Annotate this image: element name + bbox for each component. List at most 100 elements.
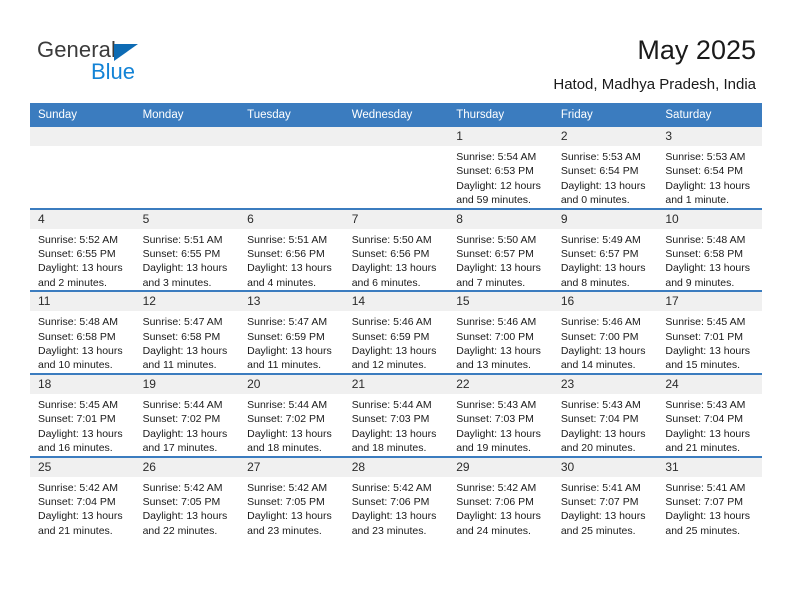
calendar-day-cell[interactable]: 23 Sunrise: 5:43 AM Sunset: 7:04 PM Dayligh… [552,372,658,457]
calendar-day-cell[interactable]: 28 Sunrise: 5:42 AM Sunset: 7:06 PM Dayligh… [343,455,449,539]
calendar-day-cell[interactable]: 1 Sunrise: 5:54 AM Sunset: 6:53 PM Daylight… [448,127,553,209]
daylight-duration-line1: Daylight: 13 hours [351,345,437,358]
day-number: 30 [552,458,658,477]
day-number: 12 [134,293,240,312]
sunrise-time: Sunrise: 5:53 AM [560,151,641,163]
calendar-day-cell[interactable]: 29 Sunrise: 5:42 AM Sunset: 7:06 PM Dayligh… [448,455,553,539]
calendar-week-row: 11 Sunrise: 5:48 AM Sunset: 6:58 PM Dayligh… [30,290,762,374]
calendar-day-cell[interactable]: 30 Sunrise: 5:41 AM Sunset: 7:07 PM Dayligh… [552,455,658,539]
day-number: 28 [343,458,449,477]
weekday-header-sunday: Sunday [30,103,135,127]
calendar-cell-empty [134,127,240,209]
day-details: Sunrise: 5:48 AM Sunset: 6:58 PM Daylight:… [657,229,762,291]
weekday-header-wednesday: Wednesday [343,103,449,127]
sunset-time: Sunset: 6:54 PM [665,165,744,178]
sunrise-time: Sunrise: 5:50 AM [456,233,537,246]
day-details: Sunrise: 5:44 AM Sunset: 7:02 PM Daylight:… [239,394,344,456]
day-details: Sunrise: 5:42 AM Sunset: 7:05 PM Daylight:… [239,477,344,539]
calendar-day-cell[interactable]: 14 Sunrise: 5:46 AM Sunset: 6:59 PM Dayligh… [343,290,449,374]
calendar-week-row: 25 Sunrise: 5:42 AM Sunset: 7:04 PM Dayligh… [30,455,762,539]
day-number: 7 [343,210,449,229]
day-number: 25 [30,458,135,477]
calendar-day-cell[interactable]: 5 Sunrise: 5:51 AM Sunset: 6:55 PM Daylight… [134,207,240,292]
calendar-day-cell[interactable]: 20 Sunrise: 5:44 AM Sunset: 7:02 PM Dayligh… [239,372,344,457]
sunrise-time: Sunrise: 5:43 AM [560,398,641,411]
sunset-time: Sunset: 7:03 PM [351,413,430,426]
calendar-day-cell[interactable]: 3 Sunrise: 5:53 AM Sunset: 6:54 PM Daylight… [657,127,762,209]
calendar-day-cell[interactable]: 26 Sunrise: 5:42 AM Sunset: 7:05 PM Dayligh… [134,455,240,539]
sunset-time: Sunset: 7:05 PM [247,495,325,508]
calendar-day-cell[interactable]: 9 Sunrise: 5:49 AM Sunset: 6:57 PM Daylight… [552,207,658,292]
daylight-duration-line1: Daylight: 13 hours [665,262,751,275]
sunset-time: Sunset: 7:02 PM [247,413,325,426]
daylight-duration-line1: Daylight: 13 hours [247,345,332,358]
daylight-duration-line2: and 6 minutes. [351,276,421,289]
sunrise-time: Sunrise: 5:45 AM [38,398,118,411]
sunrise-time: Sunrise: 5:47 AM [247,316,328,329]
daylight-duration-line2: and 11 minutes. [142,359,217,372]
day-number: 26 [134,458,240,477]
sunset-time: Sunset: 7:01 PM [665,330,744,343]
calendar-day-cell[interactable]: 22 Sunrise: 5:43 AM Sunset: 7:03 PM Dayligh… [448,372,553,457]
calendar-day-cell[interactable]: 27 Sunrise: 5:42 AM Sunset: 7:05 PM Dayligh… [239,455,344,539]
calendar-day-cell[interactable]: 31 Sunrise: 5:41 AM Sunset: 7:07 PM Dayligh… [657,455,762,539]
day-details: Sunrise: 5:50 AM Sunset: 6:57 PM Daylight:… [448,229,553,291]
day-details: Sunrise: 5:43 AM Sunset: 7:04 PM Daylight:… [657,394,762,456]
calendar-day-cell[interactable]: 17 Sunrise: 5:45 AM Sunset: 7:01 PM Dayligh… [657,290,762,374]
day-number [134,127,240,146]
daylight-duration-line1: Daylight: 12 hours [456,179,541,192]
calendar-day-cell[interactable]: 19 Sunrise: 5:44 AM Sunset: 7:02 PM Dayligh… [134,372,240,457]
weekday-header-tuesday: Tuesday [239,103,344,127]
day-number: 13 [239,293,344,312]
calendar-day-cell[interactable]: 15 Sunrise: 5:46 AM Sunset: 7:00 PM Dayligh… [448,290,553,374]
general-blue-logo[interactable]: General Blue [37,38,237,88]
calendar-day-cell[interactable]: 18 Sunrise: 5:45 AM Sunset: 7:01 PM Dayligh… [30,372,135,457]
calendar-day-cell[interactable]: 10 Sunrise: 5:48 AM Sunset: 6:58 PM Dayligh… [657,207,762,292]
sunset-time: Sunset: 6:54 PM [560,165,639,178]
sunrise-time: Sunrise: 5:41 AM [560,481,641,494]
daylight-duration-line1: Daylight: 13 hours [38,427,123,440]
sunrise-time: Sunrise: 5:41 AM [665,481,746,494]
day-details: Sunrise: 5:43 AM Sunset: 7:03 PM Daylight:… [448,394,553,456]
day-number: 22 [448,375,553,394]
calendar-day-cell[interactable]: 6 Sunrise: 5:51 AM Sunset: 6:56 PM Daylight… [239,207,344,292]
daylight-duration-line1: Daylight: 13 hours [351,510,437,523]
daylight-duration-line2: and 3 minutes. [142,276,212,289]
sunrise-time: Sunrise: 5:42 AM [351,481,432,494]
day-details: Sunrise: 5:51 AM Sunset: 6:55 PM Daylight:… [135,229,240,291]
sunset-time: Sunset: 6:56 PM [247,248,325,261]
calendar-day-cell[interactable]: 7 Sunrise: 5:50 AM Sunset: 6:56 PM Daylight… [343,207,449,292]
calendar-day-cell[interactable]: 12 Sunrise: 5:47 AM Sunset: 6:58 PM Dayligh… [134,290,240,374]
calendar-day-cell[interactable]: 11 Sunrise: 5:48 AM Sunset: 6:58 PM Dayligh… [30,290,135,374]
sunrise-time: Sunrise: 5:46 AM [560,316,641,329]
day-number: 18 [30,375,135,394]
day-number: 16 [552,293,658,312]
calendar-day-cell[interactable]: 16 Sunrise: 5:46 AM Sunset: 7:00 PM Dayligh… [552,290,658,374]
sunset-time: Sunset: 6:58 PM [38,330,116,343]
calendar-day-cell[interactable]: 13 Sunrise: 5:47 AM Sunset: 6:59 PM Dayligh… [239,290,344,374]
weekday-header-saturday: Saturday [657,103,762,127]
calendar-day-cell[interactable]: 4 Sunrise: 5:52 AM Sunset: 6:55 PM Daylight… [30,207,135,292]
day-number: 29 [448,458,553,477]
day-details: Sunrise: 5:46 AM Sunset: 6:59 PM Daylight:… [344,311,449,373]
daylight-duration-line1: Daylight: 13 hours [665,345,751,358]
page-header: General Blue May 2025 Hatod, Madhya Prad… [0,0,792,103]
daylight-duration-line2: and 21 minutes. [38,524,113,537]
calendar-day-cell[interactable]: 25 Sunrise: 5:42 AM Sunset: 7:04 PM Dayligh… [30,455,135,539]
sunset-time: Sunset: 6:57 PM [560,248,639,261]
sunrise-time: Sunrise: 5:51 AM [142,233,223,246]
day-number: 6 [239,210,344,229]
daylight-duration-line1: Daylight: 13 hours [38,345,123,358]
logo-text-blue: Blue [91,59,136,84]
daylight-duration-line1: Daylight: 13 hours [665,179,751,192]
day-details: Sunrise: 5:53 AM Sunset: 6:54 PM Daylight:… [553,146,658,208]
sunset-time: Sunset: 7:00 PM [456,330,534,343]
calendar-day-cell[interactable]: 21 Sunrise: 5:44 AM Sunset: 7:03 PM Dayligh… [343,372,449,457]
calendar-day-cell[interactable]: 24 Sunrise: 5:43 AM Sunset: 7:04 PM Dayligh… [657,372,762,457]
daylight-duration-line2: and 25 minutes. [560,524,636,537]
weekday-header-thursday: Thursday [448,103,553,127]
daylight-duration-line1: Daylight: 13 hours [142,427,228,440]
calendar-day-cell[interactable]: 2 Sunrise: 5:53 AM Sunset: 6:54 PM Daylight… [552,127,658,209]
daylight-duration-line2: and 21 minutes. [665,442,741,455]
calendar-day-cell[interactable]: 8 Sunrise: 5:50 AM Sunset: 6:57 PM Daylight… [448,207,553,292]
